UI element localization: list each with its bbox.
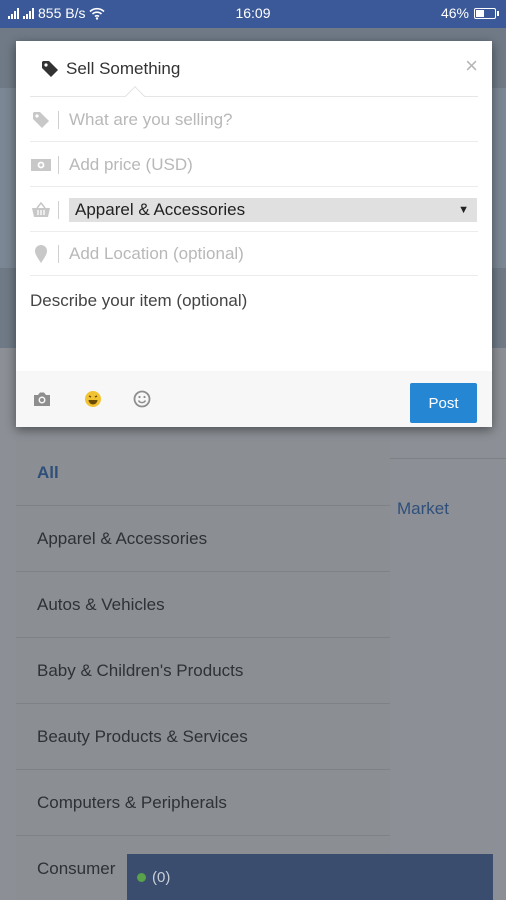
location-row [30, 232, 478, 276]
category-item-apparel[interactable]: Apparel & Accessories [16, 506, 390, 572]
description-textarea[interactable] [30, 291, 478, 365]
row-separator [58, 155, 59, 174]
description-container [30, 291, 478, 370]
location-pin-icon [30, 243, 52, 265]
online-status-icon [137, 872, 146, 882]
row-separator [58, 244, 59, 263]
header-divider [30, 96, 478, 97]
battery-icon [474, 7, 499, 19]
row-separator [58, 110, 59, 129]
category-item-baby[interactable]: Baby & Children's Products [16, 638, 390, 704]
clock: 16:09 [235, 5, 271, 21]
sell-dialog: Sell Something × Apparel & Accessories ▼ [16, 41, 492, 427]
post-button[interactable]: Post [410, 383, 477, 423]
item-name-input[interactable] [69, 109, 449, 130]
dialog-header: Sell Something × [16, 41, 492, 106]
background-divider [390, 458, 506, 459]
money-icon [30, 154, 52, 176]
category-select-value: Apparel & Accessories [75, 199, 246, 219]
item-row [30, 98, 478, 142]
status-bar: 855 B/s 16:09 46% [0, 0, 506, 28]
location-input[interactable] [69, 243, 449, 264]
category-item-computers[interactable]: Computers & Peripherals [16, 770, 390, 836]
tag-icon [30, 109, 52, 131]
dialog-title-tab[interactable]: Sell Something [41, 59, 180, 79]
battery-percent: 46% [440, 5, 469, 21]
chat-bar[interactable]: (0) [127, 854, 493, 900]
tag-icon [42, 61, 58, 77]
category-item-all[interactable]: All [16, 440, 390, 506]
basket-icon [30, 199, 52, 221]
row-separator [58, 200, 59, 219]
close-icon[interactable]: × [465, 53, 478, 79]
category-select[interactable]: Apparel & Accessories ▼ [69, 197, 477, 222]
price-row [30, 143, 478, 187]
dialog-footer: Post [16, 371, 492, 427]
dialog-title: Sell Something [66, 59, 181, 78]
price-input[interactable] [69, 154, 449, 175]
smiley-icon[interactable] [131, 388, 153, 410]
camera-icon[interactable] [31, 388, 53, 410]
category-item-beauty[interactable]: Beauty Products & Services [16, 704, 390, 770]
chat-count: (0) [152, 868, 171, 886]
emoji-icon[interactable] [82, 388, 104, 410]
dropdown-arrow-icon: ▼ [458, 203, 469, 216]
market-link[interactable]: Market [397, 499, 449, 519]
category-list: All Apparel & Accessories Autos & Vehicl… [16, 440, 390, 900]
category-item-autos[interactable]: Autos & Vehicles [16, 572, 390, 638]
status-bar-right: 46% [440, 5, 499, 21]
category-row: Apparel & Accessories ▼ [30, 188, 478, 232]
